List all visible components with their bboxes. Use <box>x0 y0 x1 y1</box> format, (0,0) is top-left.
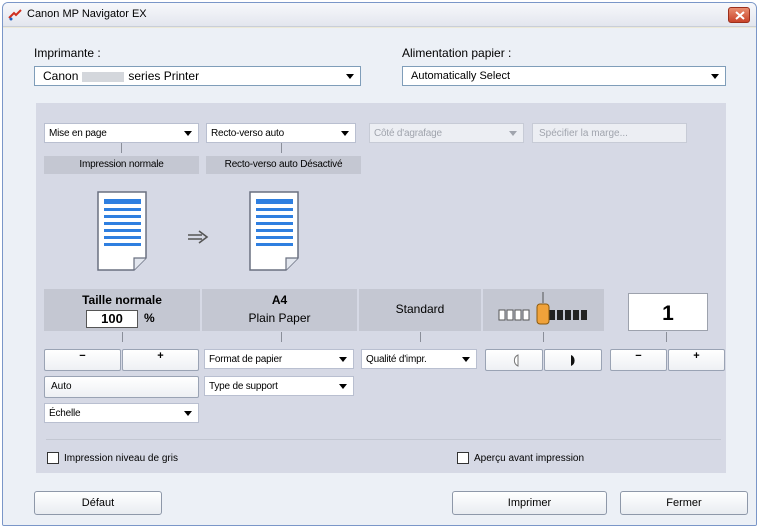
chevron-down-icon <box>184 411 192 416</box>
scale-select[interactable]: Échelle <box>44 403 199 423</box>
settings-panel: Mise en page Recto-verso auto Côté d'agr… <box>36 103 726 473</box>
minus-icon: − <box>79 350 86 362</box>
layout-status: Impression normale <box>44 156 199 174</box>
printer-select[interactable]: Canon series Printer <box>34 66 361 86</box>
media-type-select[interactable]: Type de support <box>204 376 354 396</box>
media-type-dropdown-value: Type de support <box>209 381 278 392</box>
connector-line <box>281 143 282 153</box>
close-window-button[interactable] <box>728 7 750 23</box>
quality-value: Standard <box>395 302 445 316</box>
minus-icon: − <box>635 350 642 362</box>
duplex-select[interactable]: Recto-verso auto <box>206 123 356 143</box>
staple-side-value: Côté d'agrafage <box>374 128 442 139</box>
default-button[interactable]: Défaut <box>34 491 162 515</box>
chevron-down-icon <box>184 131 192 136</box>
chevron-down-icon <box>346 74 354 79</box>
size-title: Taille normale <box>82 293 162 307</box>
duplex-value: Recto-verso auto <box>211 128 284 139</box>
paper-type-value: Plain Paper <box>248 311 311 325</box>
default-button-label: Défaut <box>81 497 115 509</box>
grayscale-checkbox[interactable] <box>47 452 59 464</box>
connector-line <box>666 332 667 342</box>
scale-unit: % <box>144 311 155 325</box>
chevron-down-icon <box>711 74 719 79</box>
quality-box: Standard <box>359 289 481 331</box>
app-icon <box>8 9 22 21</box>
plus-icon: + <box>157 350 164 362</box>
connector-line <box>122 332 123 342</box>
duplex-status-text: Recto-verso auto Désactivé <box>224 159 343 170</box>
auto-scale-label: Auto <box>51 381 72 392</box>
copies-increase-button[interactable]: + <box>668 349 725 371</box>
paper-source-label: Alimentation papier : <box>402 46 512 60</box>
slider-handle <box>536 303 550 325</box>
connector-line <box>543 332 544 342</box>
scale-box: Taille normale 100 % <box>44 289 200 331</box>
print-dialog-window: Canon MP Navigator EX Imprimante : Canon… <box>2 2 757 526</box>
preview-checkbox[interactable] <box>457 452 469 464</box>
close-icon <box>735 11 745 20</box>
printer-name-prefix: Canon <box>43 69 79 83</box>
density-darker-button[interactable] <box>544 349 602 371</box>
copies-value: 1 <box>662 302 674 325</box>
connector-line <box>281 332 282 342</box>
connector-line <box>420 332 421 342</box>
print-button[interactable]: Imprimer <box>452 491 607 515</box>
density-box <box>483 289 604 331</box>
chevron-down-icon <box>462 357 470 362</box>
specify-margin-button[interactable]: Spécifier la marge... <box>532 123 687 143</box>
scale-increase-button[interactable]: + <box>122 349 199 371</box>
half-circle-dark-icon <box>571 355 575 366</box>
scale-input[interactable]: 100 <box>86 310 138 328</box>
copies-display[interactable]: 1 <box>628 293 708 331</box>
scale-decrease-button[interactable]: − <box>44 349 121 371</box>
arrow-right-icon <box>188 230 209 244</box>
paper-size-value: A4 <box>271 293 288 307</box>
print-quality-select[interactable]: Qualité d'impr. <box>361 349 477 369</box>
paper-size-dropdown-value: Format de papier <box>209 354 282 365</box>
paper-source-value: Automatically Select <box>411 70 511 82</box>
layout-select[interactable]: Mise en page <box>44 123 199 143</box>
grayscale-label: Impression niveau de gris <box>64 453 178 464</box>
print-button-label: Imprimer <box>507 497 552 509</box>
density-slider[interactable] <box>495 291 591 329</box>
duplex-status: Recto-verso auto Désactivé <box>206 156 361 174</box>
copies-decrease-button[interactable]: − <box>610 349 667 371</box>
paper-box: A4 Plain Paper <box>202 289 357 331</box>
title-bar: Canon MP Navigator EX <box>3 3 756 27</box>
document-duplex-icon <box>249 191 299 271</box>
paper-size-select[interactable]: Format de papier <box>204 349 354 369</box>
printer-label: Imprimante : <box>34 46 101 60</box>
chevron-down-icon <box>339 357 347 362</box>
chevron-down-icon <box>339 384 347 389</box>
print-quality-dropdown-value: Qualité d'impr. <box>366 354 427 365</box>
redacted-model <box>82 71 125 82</box>
window-title: Canon MP Navigator EX <box>27 8 147 20</box>
dialog-content: Imprimante : Canon series Printer Aliment… <box>3 28 756 525</box>
chevron-down-icon <box>509 131 517 136</box>
paper-source-select[interactable]: Automatically Select <box>402 66 726 86</box>
document-preview-icon <box>97 191 147 271</box>
divider <box>46 439 721 440</box>
chevron-down-icon <box>341 131 349 136</box>
density-lighter-button[interactable] <box>485 349 543 371</box>
preview-label: Aperçu avant impression <box>474 453 585 464</box>
close-button[interactable]: Fermer <box>620 491 748 515</box>
connector-line <box>121 143 122 153</box>
scale-dropdown-value: Échelle <box>49 408 81 419</box>
specify-margin-label: Spécifier la marge... <box>539 128 628 139</box>
half-circle-light-icon <box>513 354 519 367</box>
staple-side-select[interactable]: Côté d'agrafage <box>369 123 524 143</box>
layout-status-text: Impression normale <box>79 159 164 170</box>
layout-value: Mise en page <box>49 128 107 139</box>
plus-icon: + <box>693 350 700 362</box>
close-button-label: Fermer <box>666 497 702 509</box>
printer-name-suffix: series Printer <box>128 69 200 83</box>
auto-scale-button[interactable]: Auto <box>44 376 199 398</box>
